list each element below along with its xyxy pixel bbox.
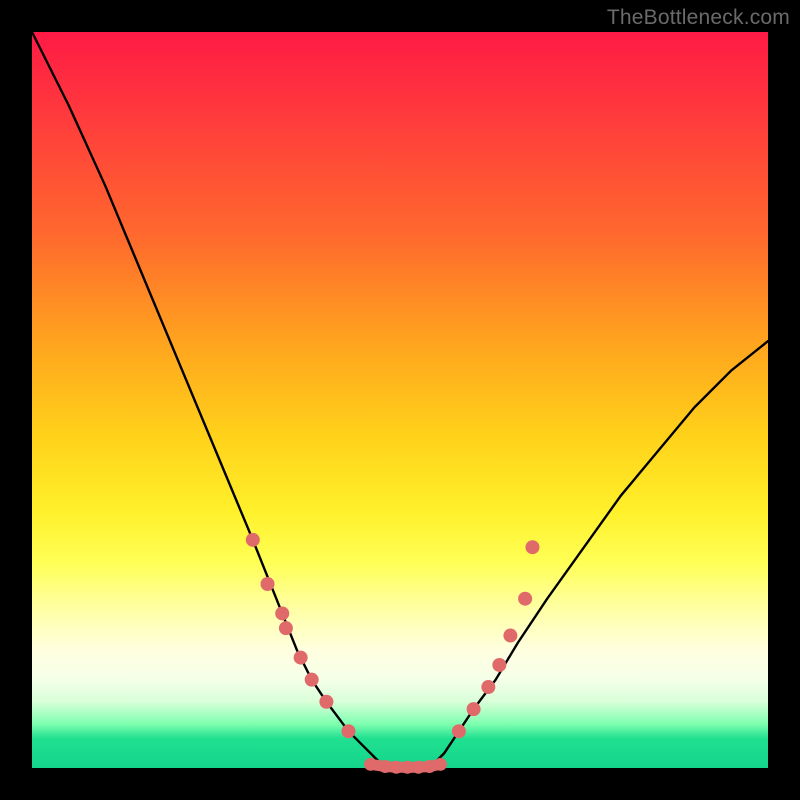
chart-frame: TheBottleneck.com: [0, 0, 800, 800]
plot-area: [32, 32, 768, 768]
chart-overlay: [32, 32, 768, 768]
watermark-text: TheBottleneck.com: [607, 6, 790, 30]
bottleneck-curve: [32, 32, 768, 768]
curve-markers: [246, 533, 540, 774]
